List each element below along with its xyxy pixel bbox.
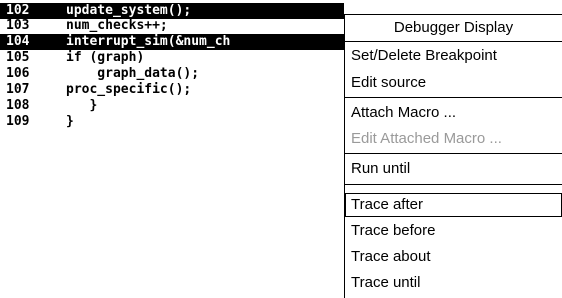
menu-item-attach-macro[interactable]: Attach Macro ... — [345, 101, 562, 125]
menu-item-trace-about[interactable]: Trace about — [345, 245, 562, 269]
code-line-104[interactable]: 104 interrupt_sim(&num_ch — [0, 34, 344, 50]
line-number: 108 — [6, 98, 30, 113]
line-code: if (graph) — [66, 50, 145, 65]
code-line-107[interactable]: 107 proc_specific(); — [0, 82, 191, 98]
line-number: 105 — [6, 50, 30, 65]
code-line-103[interactable]: 103 num_checks++; — [0, 18, 168, 34]
line-code: } — [66, 114, 74, 129]
menu-divider — [345, 97, 562, 98]
code-line-102[interactable]: 102 update_system(); — [0, 3, 344, 19]
menu-divider — [345, 41, 562, 42]
line-number: 107 — [6, 82, 30, 97]
menu-item-run-until[interactable]: Run until — [345, 157, 562, 181]
menu-item-trace-after[interactable]: Trace after — [345, 193, 562, 217]
menu-item-edit-source[interactable]: Edit source — [345, 71, 562, 95]
line-code: graph_data(); — [66, 66, 200, 81]
menu-divider — [345, 184, 562, 185]
code-line-106[interactable]: 106 graph_data(); — [0, 66, 199, 82]
line-code: num_checks++; — [66, 18, 168, 33]
menu-item-trace-until[interactable]: Trace until — [345, 271, 562, 295]
code-line-108[interactable]: 108 } — [0, 98, 97, 114]
line-number: 102 — [6, 3, 30, 18]
line-number: 109 — [6, 114, 30, 129]
line-code: proc_specific(); — [66, 82, 192, 97]
menu-item-set-delete-breakpoint[interactable]: Set/Delete Breakpoint — [345, 44, 562, 68]
line-number: 103 — [6, 18, 30, 33]
menu-divider — [345, 153, 562, 154]
code-line-105[interactable]: 105 if (graph) — [0, 50, 144, 66]
line-code: } — [66, 98, 98, 113]
code-line-109[interactable]: 109 } — [0, 114, 74, 130]
menu-item-edit-attached-macro: Edit Attached Macro ... — [351, 130, 502, 147]
line-code: update_system(); — [66, 3, 192, 18]
menu-item-trace-before[interactable]: Trace before — [345, 219, 562, 243]
debugger-display-menu: Debugger Display Set/Delete Breakpoint E… — [344, 14, 562, 298]
menu-title: Debugger Display — [393, 19, 514, 36]
line-number: 106 — [6, 66, 30, 81]
line-code: interrupt_sim(&num_ch — [66, 34, 231, 49]
line-number: 104 — [6, 34, 30, 49]
